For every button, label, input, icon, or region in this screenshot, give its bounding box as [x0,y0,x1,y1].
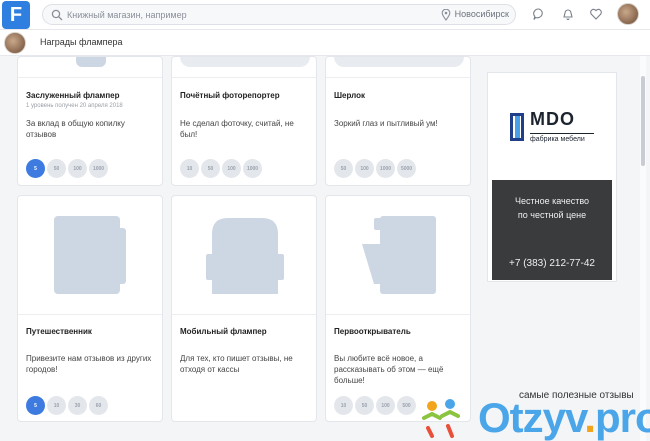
award-levels: 10 50 100 500 [334,396,416,415]
level-badge: 1000 [243,159,262,178]
award-title: Путешественник [26,327,92,336]
level-badge: 5 [26,396,45,415]
level-badge: 50 [201,159,220,178]
award-levels: 5 10 30 60 [26,396,108,415]
award-meta: 1 уровень получен 20 апреля 2018 [26,103,123,109]
ad-slogan-line: Честное качество [514,196,590,206]
award-levels: 10 50 100 1000 [180,159,262,178]
user-avatar[interactable] [617,3,639,25]
level-badge: 50 [355,396,374,415]
award-card[interactable]: Шерлок Зоркий глаз и пытливый ум! 50 100… [325,56,471,186]
profile-avatar[interactable] [4,32,26,54]
explorer-badge-image [362,216,436,294]
city-selector[interactable]: Новосибирск [455,9,509,19]
watermark-brand-dot: . [584,394,596,441]
suitcase-badge-image [54,216,126,294]
level-badge: 10 [180,159,199,178]
award-levels: 50 100 1000 5000 [334,159,416,178]
level-badge: 60 [89,396,108,415]
bell-icon[interactable] [561,7,575,21]
heart-icon[interactable] [589,7,603,21]
mdo-mark-icon [510,113,524,141]
ad-brand-subtitle: фабрика мебели [530,136,585,143]
top-bar: F Новосибирск [0,0,650,30]
search-icon [51,9,63,21]
ad-brand: MDO [530,109,575,129]
level-badge: 5 [26,159,45,178]
award-title: Шерлок [334,91,366,100]
level-badge: 100 [355,159,374,178]
level-badge: 100 [376,396,395,415]
award-card[interactable]: Мобильный флампер Для тех, кто пишет отз… [171,195,317,422]
award-description: Зоркий глаз и пытливый ум! [334,119,438,128]
search-box[interactable]: Новосибирск [42,4,516,25]
ad-slogan: Честное качество по честной цене [492,194,612,222]
level-badge: 30 [68,396,87,415]
watermark-brand-name: Otzyv [478,394,585,441]
award-card[interactable]: Первооткрыватель Вы любите всё новое, а … [325,195,471,422]
award-title: Мобильный флампер [180,327,267,336]
award-badge-image [76,57,106,67]
award-title: Первооткрыватель [334,327,411,336]
level-badge: 10 [47,396,66,415]
flamp-logo[interactable]: F [2,1,30,29]
level-badge: 1000 [376,159,395,178]
award-title: Заслуженный флампер [26,91,120,100]
level-badge: 500 [397,396,416,415]
level-badge: 10 [334,396,353,415]
award-description: Не сделал фоточку, считай, не был! [180,119,294,139]
chat-icon[interactable] [532,7,546,21]
level-badge: 1000 [89,159,108,178]
search-input[interactable] [67,7,427,23]
award-description: Для тех, кто пишет отзывы, не отходя от … [180,354,293,374]
award-card[interactable]: Путешественник Привезите нам отзывов из … [17,195,163,422]
level-badge: 5000 [397,159,416,178]
award-description: Вы любите всё новое, а рассказывать об э… [334,354,444,385]
profile-subbar: Награды флампера [0,30,650,56]
ad-banner[interactable]: MDO фабрика мебели Честное качество по ч… [487,72,617,282]
level-badge: 100 [222,159,241,178]
award-badge-image [334,57,464,67]
page-title: Награды флампера [40,37,123,47]
ad-slogan-line: по честной цене [517,210,587,220]
award-description: Привезите нам отзывов из других городов! [26,354,152,374]
ad-info-panel: Честное качество по честной цене +7 (383… [492,180,612,280]
award-card[interactable]: Почётный фоторепортер Не сделал фоточку,… [171,56,317,186]
award-description: За вклад в общую копилку отзывов [26,119,125,139]
watermark-people-icon [422,399,460,438]
level-badge: 50 [334,159,353,178]
watermark-brand: Otzyv.pro [478,394,650,441]
award-levels: 5 50 100 1000 [26,159,108,178]
level-badge: 100 [68,159,87,178]
watermark-brand-tld: pro [594,394,650,441]
page-scrollbar[interactable] [640,56,646,441]
level-badge: 50 [47,159,66,178]
scrollbar-thumb[interactable] [641,76,645,166]
phone-badge-image [206,218,284,294]
location-pin-icon [441,9,451,21]
award-card[interactable]: Заслуженный флампер 1 уровень получен 20… [17,56,163,186]
mdo-logo: MDO фабрика мебели [510,109,596,149]
ad-phone[interactable]: +7 (383) 212-77-42 [492,258,612,269]
award-badge-image [180,57,310,67]
award-title: Почётный фоторепортер [180,91,280,100]
